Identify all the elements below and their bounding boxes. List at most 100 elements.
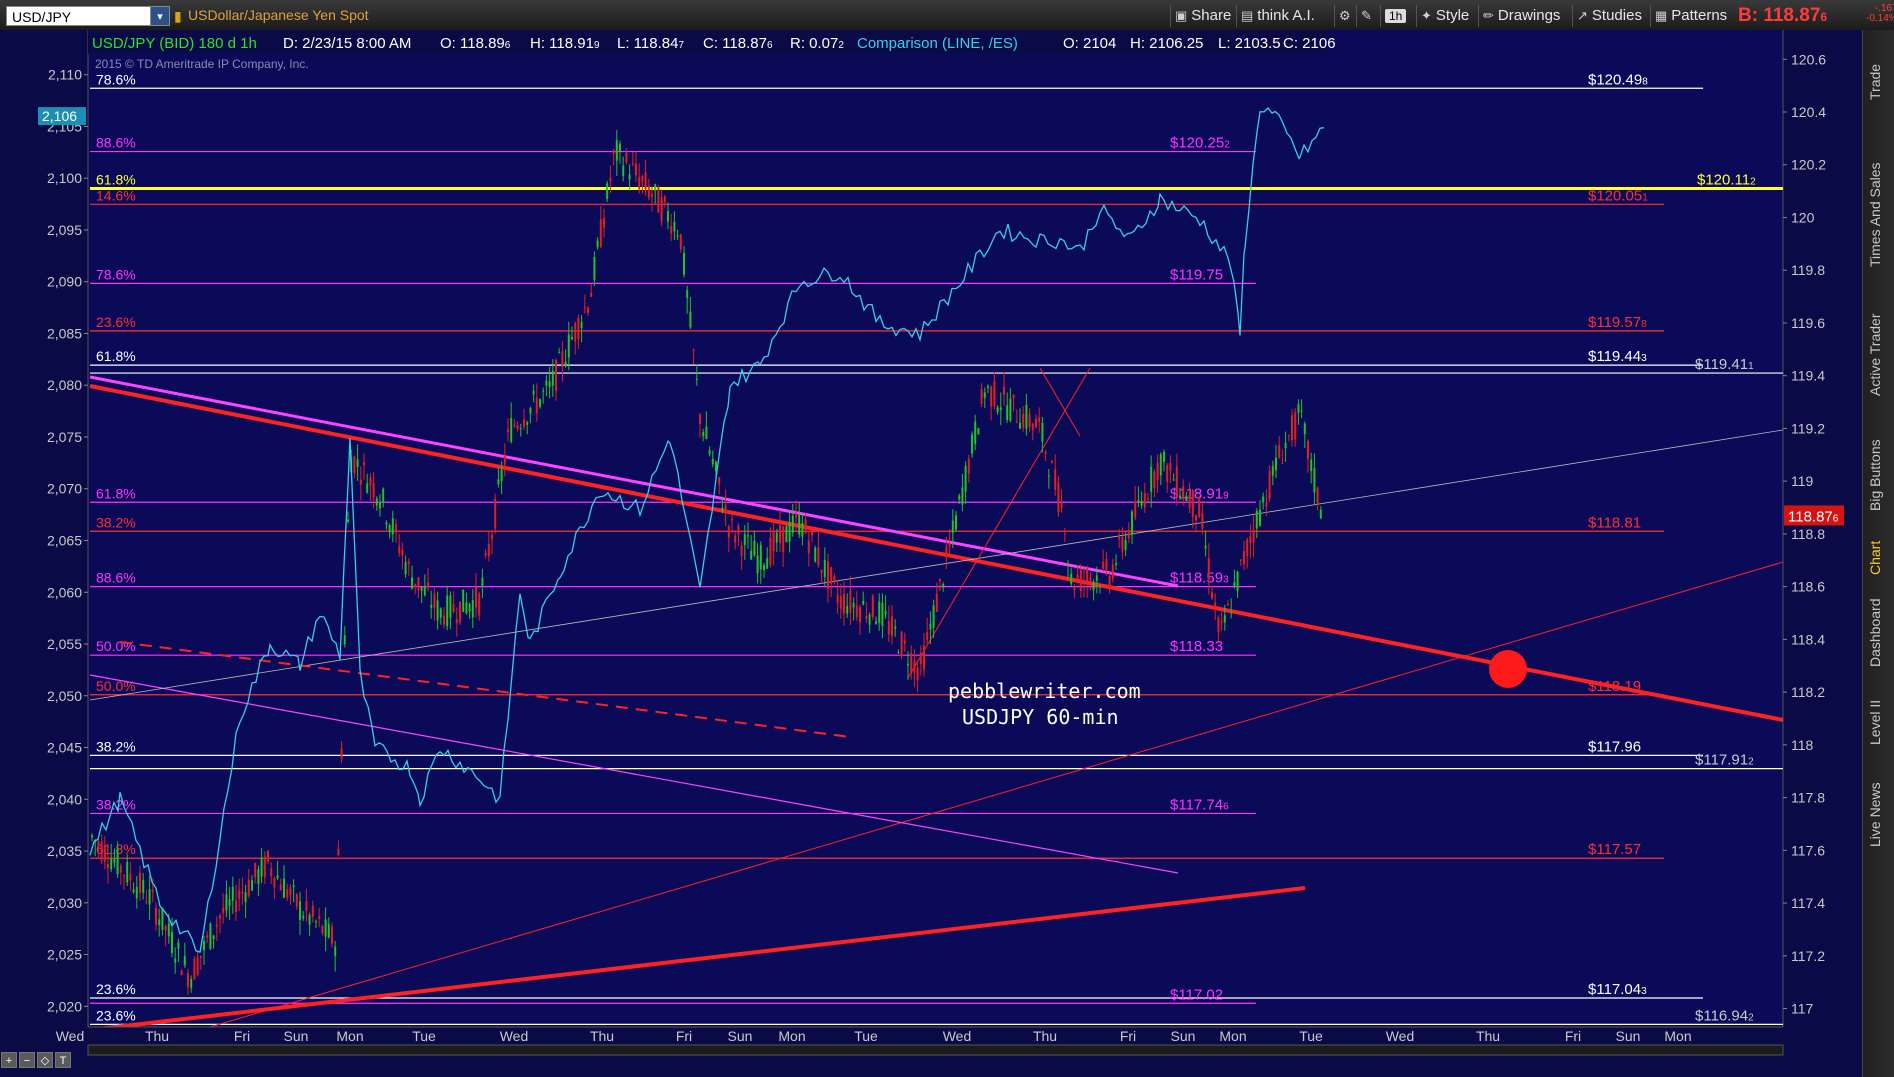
fib-level-percent: 78.6% xyxy=(96,266,136,282)
candle-body xyxy=(583,306,586,309)
candle-body xyxy=(1239,559,1242,562)
candle-body xyxy=(862,600,865,605)
candle-body xyxy=(97,841,100,847)
time-axis-label: Sun xyxy=(1171,1028,1196,1044)
sidebar-tab-level-ii[interactable]: Level II xyxy=(1867,690,1891,755)
candle-body xyxy=(593,256,596,280)
candle-body xyxy=(609,177,612,181)
style-button[interactable]: ✦ Style xyxy=(1416,5,1469,27)
symbol-description: USDollar/Japanese Yen Spot xyxy=(188,7,369,23)
candle-body xyxy=(843,593,845,614)
candle-body xyxy=(462,589,465,612)
price-chart[interactable]: 2,1102,1052,1002,0952,0902,0852,0802,075… xyxy=(0,30,1894,1077)
right-tick-label: 119 xyxy=(1791,473,1814,489)
candle-body xyxy=(855,605,858,617)
candle-body xyxy=(331,926,333,944)
candle-body xyxy=(692,349,695,351)
candle-body xyxy=(423,586,426,596)
candle-body xyxy=(305,901,308,911)
candle-body xyxy=(1163,451,1165,462)
patterns-button[interactable]: ▦ Patterns xyxy=(1650,5,1727,27)
sidebar-tab-times-and-sales[interactable]: Times And Sales xyxy=(1867,140,1891,290)
candle-body xyxy=(321,926,324,934)
sidebar-tab-active-trader[interactable]: Active Trader xyxy=(1867,295,1891,415)
candle-body xyxy=(1191,489,1194,518)
candle-body xyxy=(1220,621,1223,623)
candle-body xyxy=(436,600,439,621)
candle-body xyxy=(791,515,794,533)
candle-body xyxy=(913,660,916,673)
candle-body xyxy=(171,932,173,954)
right-axis: 120.6 120.4 120.2 120 119.8 119.6 119.4 119.2 11… xyxy=(1782,30,1862,1077)
text-tool-button[interactable]: T xyxy=(55,1052,71,1068)
candle-body xyxy=(1025,404,1028,429)
candle-body xyxy=(1275,457,1277,471)
fib-level-price: $120.051 xyxy=(1588,187,1648,204)
candle-body xyxy=(596,240,599,248)
drawing-tool-button[interactable]: ◇ xyxy=(37,1052,53,1068)
candle-body xyxy=(1249,536,1252,544)
think-ai-button[interactable]: ▤ think A.I. xyxy=(1236,5,1315,27)
candle-body xyxy=(763,565,765,570)
timeframe-button[interactable]: 1h xyxy=(1380,5,1407,27)
info-cmp-open: O: 2104 xyxy=(1063,35,1116,52)
fib-level-percent: 23.6% xyxy=(96,981,136,997)
left-tick-label: 2,075 xyxy=(47,429,82,445)
left-tick-label: 2,085 xyxy=(47,325,82,341)
candle-body xyxy=(123,875,125,877)
candle-body xyxy=(635,164,637,176)
symbol-dropdown-button[interactable]: ▾ xyxy=(150,6,170,26)
sidebar-tab-live-news[interactable]: Live News xyxy=(1867,765,1891,865)
left-tick-label: 2,035 xyxy=(47,843,82,859)
time-axis-label: Tue xyxy=(854,1028,878,1044)
sidebar-tab-dashboard[interactable]: Dashboard xyxy=(1867,590,1891,675)
candle-body xyxy=(337,849,340,856)
candle-body xyxy=(1137,500,1140,503)
candle-body xyxy=(1265,502,1268,507)
candle-body xyxy=(1230,612,1233,614)
fib-level-price: $117.043 xyxy=(1588,981,1647,998)
candle-body xyxy=(113,858,116,864)
fib-level-price: $119.75 xyxy=(1170,266,1223,283)
symbol-input[interactable]: USD/JPY xyxy=(6,6,170,26)
share-button[interactable]: ▣ Share xyxy=(1170,5,1231,27)
time-axis-label: Fri xyxy=(234,1028,250,1044)
candle-body xyxy=(1278,445,1281,458)
sidebar-tab-chart[interactable]: Chart xyxy=(1867,528,1891,588)
candle-body xyxy=(356,459,359,467)
candle-body xyxy=(116,848,119,875)
fib-level-percent: 14.6% xyxy=(96,187,136,203)
drawings-button[interactable]: ✏ Drawings xyxy=(1478,5,1560,27)
favorite-icon[interactable]: ▮ xyxy=(174,8,182,25)
candle-body xyxy=(401,549,404,556)
candle-body xyxy=(1124,539,1127,551)
zoom-out-button[interactable]: − xyxy=(19,1052,35,1068)
candle-body xyxy=(263,856,266,878)
candle-body xyxy=(481,577,484,586)
time-scrollbar xyxy=(87,1044,1784,1056)
candle-body xyxy=(935,593,938,612)
candle-body xyxy=(535,397,538,414)
candle-body xyxy=(615,139,618,161)
pencil-icon: ✏ xyxy=(1483,8,1494,23)
sidebar-tab-trade[interactable]: Trade xyxy=(1867,52,1891,112)
time-axis-label: Wed xyxy=(943,1028,972,1044)
zoom-in-button[interactable]: + xyxy=(1,1052,17,1068)
candle-body xyxy=(1115,563,1117,565)
studies-button[interactable]: ↗ Studies xyxy=(1572,5,1642,27)
candle-body xyxy=(670,226,673,234)
sidebar-tab-big-buttons[interactable]: Big Buttons xyxy=(1867,425,1891,525)
candle-body xyxy=(283,878,285,898)
candle-body xyxy=(564,361,567,366)
fib-level-price: $117.912 xyxy=(1695,752,1754,769)
time-axis-label: Tue xyxy=(412,1028,436,1044)
candle-body xyxy=(894,626,897,629)
candle-body xyxy=(542,390,545,392)
candle-body xyxy=(334,946,337,957)
candle-body xyxy=(273,877,276,888)
left-tick-label: 2,095 xyxy=(47,222,82,238)
candle-body xyxy=(1150,466,1153,492)
settings-button[interactable]: ⚙ xyxy=(1334,5,1355,27)
tools-button[interactable]: ✎ xyxy=(1356,5,1376,27)
candle-body xyxy=(772,531,775,552)
